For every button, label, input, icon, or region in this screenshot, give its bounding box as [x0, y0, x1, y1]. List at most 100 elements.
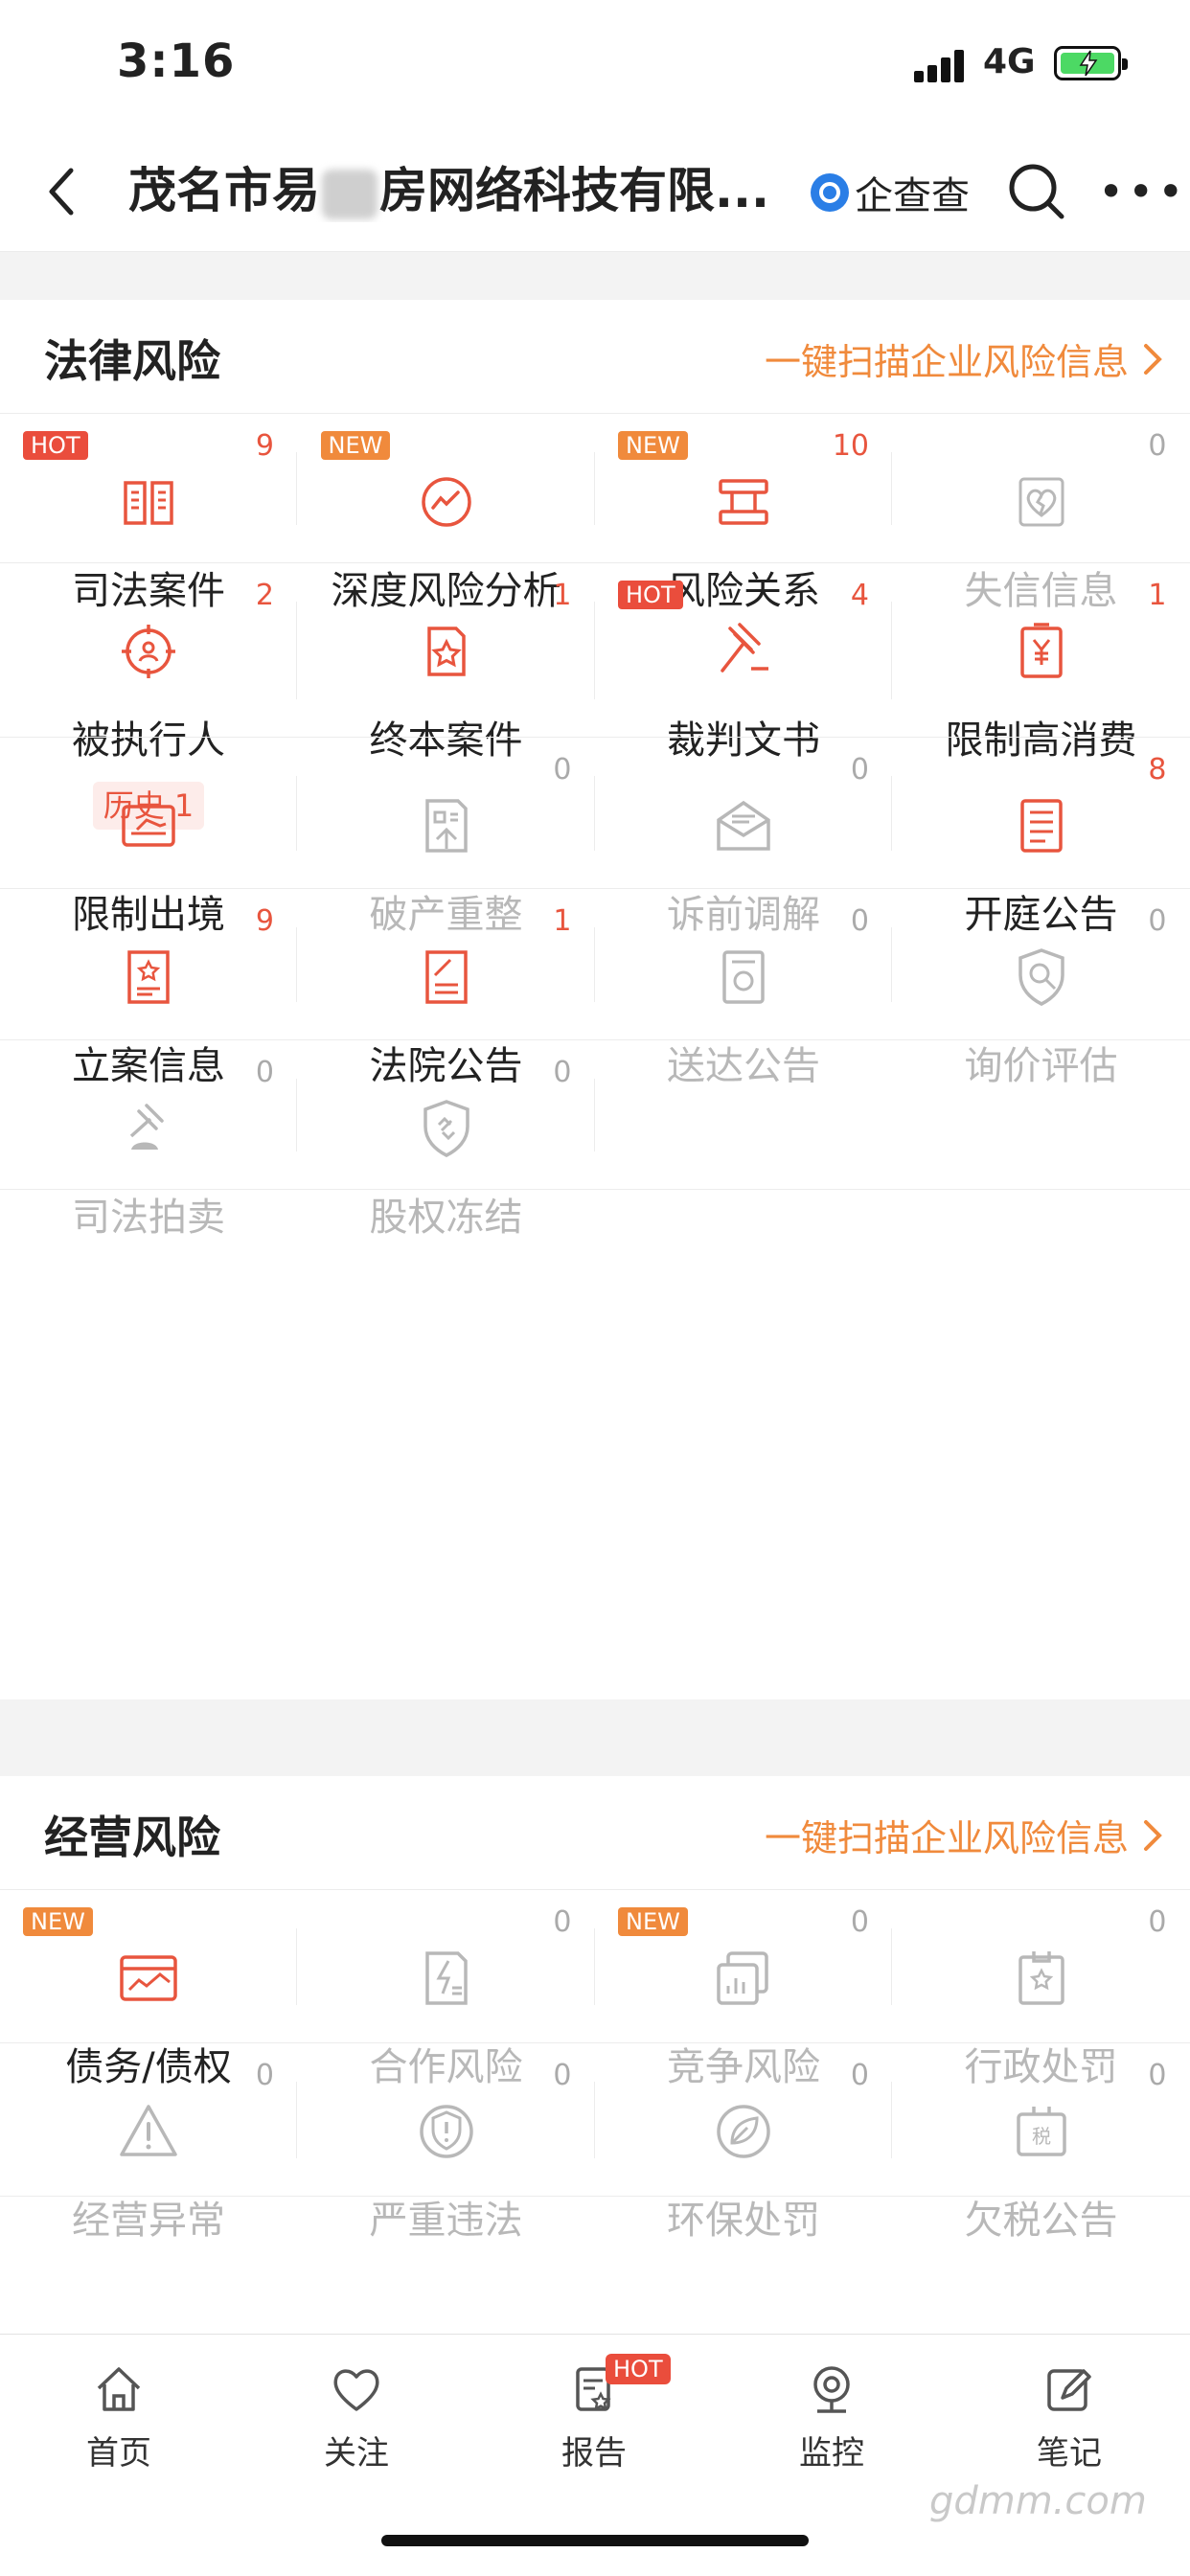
relation-icon	[719, 479, 768, 525]
risk-item[interactable]: NEW 10 风险关系	[595, 414, 892, 613]
risk-item[interactable]: 0 税欠税公告	[893, 2043, 1190, 2243]
item-count: 4	[850, 579, 869, 612]
item-count: 0	[850, 904, 869, 938]
hot-badge: HOT	[23, 431, 88, 460]
network-type: 4G	[983, 42, 1036, 81]
item-count: 0	[1148, 1905, 1167, 1939]
gavel-icon	[721, 623, 768, 672]
monitor-camera-icon	[813, 2366, 850, 2413]
qcc-logo-icon	[811, 173, 849, 212]
risk-item[interactable]: NEW 债务/债权	[0, 1890, 297, 2089]
risk-item[interactable]: HOT 4 裁判文书	[595, 563, 892, 763]
new-badge: NEW	[618, 1907, 688, 1936]
section-gap	[0, 1699, 1190, 1776]
item-label: 询价评估	[964, 1044, 1118, 1088]
more-icon[interactable]: •••	[1098, 170, 1187, 214]
item-label: 环保处罚	[667, 2199, 820, 2243]
shield-alert-icon	[419, 2105, 473, 2158]
risk-item[interactable]: 0 诉前调解	[595, 738, 892, 937]
title-suffix: 房网络科技有限...	[379, 163, 769, 218]
item-count: 1	[553, 579, 572, 612]
risk-item[interactable]: 1 终本案件	[298, 563, 595, 763]
item-count: 0	[255, 1056, 274, 1089]
book-icon	[124, 481, 173, 525]
qcc-brand[interactable]: 企查查	[811, 167, 970, 218]
tab-home[interactable]: 首页	[0, 2361, 238, 2473]
tab-label: 关注	[324, 2434, 389, 2473]
risk-item[interactable]: 2 被执行人 历史 1	[0, 563, 297, 830]
risk-item[interactable]: 0 行政处罚	[893, 1890, 1190, 2089]
tab-follow[interactable]: 关注	[238, 2361, 475, 2473]
company-title: 茂名市易 房网络科技有限...	[128, 159, 790, 222]
home-indicator[interactable]	[381, 2535, 809, 2546]
risk-item[interactable]: 0 司法拍卖	[0, 1040, 297, 1240]
item-count: 0	[1148, 904, 1167, 938]
svg-text:税: 税	[1032, 2125, 1051, 2148]
status-time: 3:16	[117, 34, 236, 88]
chevron-right-icon	[1144, 1819, 1162, 1851]
item-count: 0	[553, 2059, 572, 2092]
brand-label: 企查查	[855, 174, 970, 218]
tab-label: 笔记	[1037, 2434, 1102, 2473]
risk-item[interactable]: HOT 9 司法案件	[0, 414, 297, 613]
item-count: 0	[255, 2059, 274, 2092]
item-count: 1	[553, 904, 572, 938]
home-icon	[97, 2367, 141, 2411]
risk-item[interactable]: NEW 深度风险分析	[298, 414, 595, 613]
item-count: 0	[850, 2059, 869, 2092]
item-count: 9	[255, 904, 274, 938]
risk-item[interactable]: 1 限制高消费	[893, 563, 1190, 763]
tab-notes[interactable]: 笔记	[950, 2361, 1188, 2473]
section-title: 法律风险	[44, 335, 220, 387]
tab-report[interactable]: 报告 HOT	[475, 2354, 713, 2473]
item-count: 1	[1148, 579, 1167, 612]
risk-item[interactable]: 0 股权冻结	[298, 1040, 595, 1240]
risk-item[interactable]: 0 严重违法	[298, 2043, 595, 2243]
item-count: 8	[1148, 753, 1167, 786]
tab-label: 首页	[86, 2434, 151, 2473]
stack-chart-icon	[717, 1951, 768, 2005]
risk-item[interactable]: 1 法院公告	[298, 889, 595, 1088]
search-icon[interactable]	[1006, 161, 1067, 222]
signal-icon	[914, 50, 968, 82]
risk-item[interactable]: 8 开庭公告	[893, 738, 1190, 937]
back-icon[interactable]	[38, 161, 86, 222]
row-divider	[0, 1189, 1190, 1190]
nav-bar: 茂名市易 房网络科技有限... 企查查 •••	[0, 134, 1190, 252]
risk-item[interactable]: 0 合作风险	[298, 1890, 595, 2089]
section-gap	[0, 252, 1190, 300]
doc-pen-icon	[424, 950, 468, 1004]
business-risk-header: 经营风险 一键扫描企业风险信息	[0, 1776, 1190, 1890]
hot-badge: HOT	[606, 2354, 671, 2384]
risk-item[interactable]: 0 失信信息	[893, 414, 1190, 613]
star-doc-icon	[426, 627, 466, 676]
card-chart-icon	[120, 1955, 177, 2001]
risk-item[interactable]: 0 送达公告	[595, 889, 892, 1088]
plane-icon	[122, 805, 175, 847]
tab-monitor[interactable]: 监控	[713, 2361, 950, 2473]
item-label: 司法拍卖	[72, 1196, 225, 1240]
scan-risk-link[interactable]: 一键扫描企业风险信息	[765, 332, 1163, 385]
risk-item[interactable]: 9 立案信息	[0, 889, 297, 1088]
new-badge: NEW	[320, 431, 391, 460]
risk-item[interactable]: 0 经营异常	[0, 2043, 297, 2243]
risk-item[interactable]: 0 询价评估	[893, 889, 1190, 1088]
broken-heart-icon	[1018, 477, 1064, 527]
scan-risk-link[interactable]: 一键扫描企业风险信息	[765, 1809, 1163, 1861]
item-label: 经营异常	[72, 2199, 225, 2243]
tax-icon: 税	[1016, 2107, 1066, 2156]
leaf-icon	[717, 2105, 770, 2158]
tab-label: 监控	[799, 2434, 864, 2473]
risk-item[interactable]: 限制出境	[0, 738, 297, 937]
item-count: 0	[553, 1905, 572, 1939]
item-count: 2	[255, 579, 274, 612]
item-count: 0	[553, 753, 572, 786]
business-risk-grid: NEW 债务/债权 0 合作风险 NEW 0 竞争风险 0 行政处罚 0 经营异常 0 严重违法 0 环保处…	[0, 1890, 1190, 2369]
warning-icon	[120, 2105, 177, 2156]
legal-risk-header: 法律风险 一键扫描企业风险信息	[0, 300, 1190, 414]
item-count: 0	[1148, 429, 1167, 463]
risk-item[interactable]: 0 环保处罚	[595, 2043, 892, 2243]
risk-item[interactable]: NEW 0 竞争风险	[595, 1890, 892, 2089]
column-divider	[593, 1079, 595, 1151]
risk-item[interactable]: 0 破产重整	[298, 738, 595, 937]
